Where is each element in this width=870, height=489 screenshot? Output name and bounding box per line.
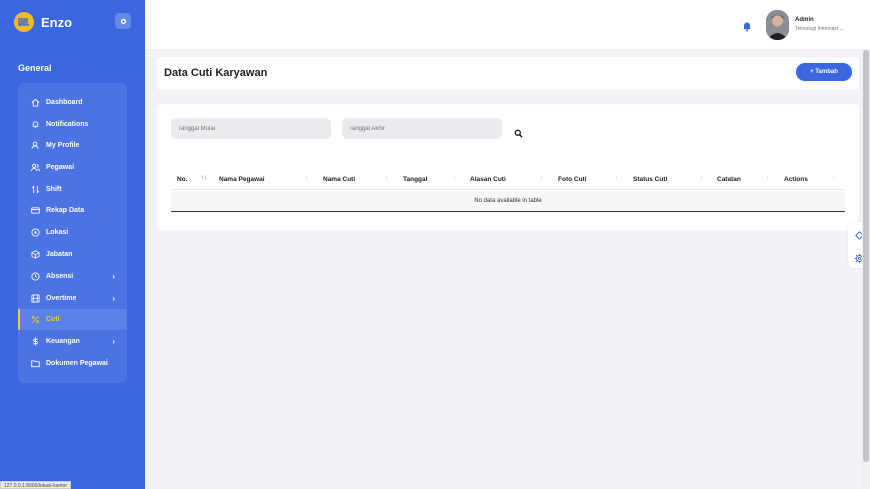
sort-icon[interactable]: ↕: [832, 175, 835, 181]
sidebar-item-absensi[interactable]: Absensi ›: [18, 266, 127, 287]
table-header: No. ↑↓ Nama Pegawai ↕ Nama Cuti ↕ Tangga…: [171, 170, 845, 190]
sidebar-section-title: General: [18, 63, 52, 73]
user-role-text: Teknologi Informasi: [795, 26, 839, 32]
sort-icon[interactable]: ↕: [766, 175, 769, 181]
page-title: Data Cuti Karyawan: [164, 67, 268, 79]
chevron-right-icon: ›: [112, 337, 115, 346]
status-bar-url: 127.0.0.1:8000/lokasi-kantor: [0, 481, 72, 489]
column-header-nama-pegawai[interactable]: Nama Pegawai: [219, 176, 265, 183]
sidebar-item-label: Dashboard: [46, 99, 83, 106]
sidebar-item-overtime[interactable]: Overtime ›: [18, 288, 127, 309]
chevron-right-icon: ›: [112, 272, 115, 281]
column-header-alasan-cuti[interactable]: Alasan Cuti: [470, 176, 506, 183]
sidebar-item-label: Dokumen Pegawai: [46, 360, 108, 367]
bell-icon: [31, 120, 40, 129]
location-icon: [31, 228, 40, 237]
film-icon: [31, 294, 40, 303]
sidebar-item-keuangan[interactable]: Keuangan ›: [18, 331, 127, 352]
add-button[interactable]: + Tambah: [796, 63, 852, 81]
settings-gear-icon[interactable]: [115, 13, 131, 29]
sidebar-item-label: Jabatan: [46, 251, 73, 258]
sort-icon[interactable]: ↕: [305, 175, 308, 181]
brand-logo-icon: [14, 12, 34, 32]
sort-icon[interactable]: ↕: [615, 175, 618, 181]
home-icon: [31, 98, 40, 107]
sidebar-item-lokasi[interactable]: Lokasi: [18, 222, 127, 243]
avatar[interactable]: [766, 10, 789, 40]
empty-table-message: No data available in table: [171, 191, 845, 212]
card-icon: [31, 206, 40, 215]
sidebar-item-dashboard[interactable]: Dashboard: [18, 92, 127, 113]
user-role[interactable]: Teknologi Informasi ⌄: [795, 26, 844, 32]
top-bar: [145, 0, 870, 49]
column-header-catatan[interactable]: Catatan: [717, 176, 741, 183]
swap-icon: [31, 185, 40, 194]
sidebar-item-label: Notifications: [46, 121, 89, 128]
column-header-no[interactable]: No.: [177, 176, 187, 183]
sidebar-item-label: Pegawai: [46, 164, 75, 171]
sidebar-item-label: Absensi: [46, 273, 74, 280]
clock-icon: [31, 272, 40, 281]
user-name[interactable]: Admin: [795, 17, 814, 23]
sidebar-item-my-profile[interactable]: My Profile: [18, 135, 127, 156]
column-header-tanggal[interactable]: Tanggal: [403, 176, 427, 183]
sort-icon[interactable]: ↕: [453, 175, 456, 181]
sort-icon[interactable]: ↕: [540, 175, 543, 181]
column-header-actions[interactable]: Actions: [784, 176, 808, 183]
sidebar-item-label: Overtime: [46, 295, 77, 302]
chevron-down-icon: ⌄: [839, 26, 844, 32]
box-icon: [31, 250, 40, 259]
notification-bell-icon[interactable]: [741, 19, 753, 32]
chevron-right-icon: ›: [112, 294, 115, 303]
sidebar-item-shift[interactable]: Shift: [18, 179, 127, 200]
sidebar-item-dokumen-pegawai[interactable]: Dokumen Pegawai: [18, 353, 127, 374]
percent-icon: [31, 315, 40, 324]
brand-name: Enzo: [41, 14, 73, 30]
column-header-nama-cuti[interactable]: Nama Cuti: [323, 176, 355, 183]
dollar-icon: [31, 337, 40, 346]
users-icon: [31, 163, 40, 172]
folder-icon: [31, 359, 40, 368]
end-date-input[interactable]: [342, 118, 502, 139]
start-date-input[interactable]: [171, 118, 331, 139]
sidebar-item-label: Cuti: [46, 316, 60, 323]
sidebar-item-jabatan[interactable]: Jabatan: [18, 244, 127, 265]
sidebar-item-label: Shift: [46, 186, 62, 193]
sort-icon[interactable]: ↑↓: [201, 175, 207, 181]
sidebar-item-label: Rekap Data: [46, 207, 85, 214]
sidebar-item-label: My Profile: [46, 142, 80, 149]
column-header-status-cuti[interactable]: Status Cuti: [633, 176, 667, 183]
sidebar-item-notifications[interactable]: Notifications: [18, 114, 127, 135]
sidebar-item-cuti[interactable]: Cuti: [18, 309, 127, 330]
column-header-foto-cuti[interactable]: Foto Cuti: [558, 176, 587, 183]
sidebar-item-label: Keuangan: [46, 338, 80, 345]
user-icon: [31, 141, 40, 150]
sidebar-item-label: Lokasi: [46, 229, 69, 236]
sort-icon[interactable]: ↕: [385, 175, 388, 181]
scrollbar-thumb[interactable]: [863, 50, 869, 462]
sidebar-item-pegawai[interactable]: Pegawai: [18, 157, 127, 178]
search-icon[interactable]: [514, 125, 523, 138]
sort-icon[interactable]: ↕: [700, 175, 703, 181]
sidebar-item-rekap-data[interactable]: Rekap Data: [18, 200, 127, 221]
brand[interactable]: Enzo: [14, 11, 72, 33]
